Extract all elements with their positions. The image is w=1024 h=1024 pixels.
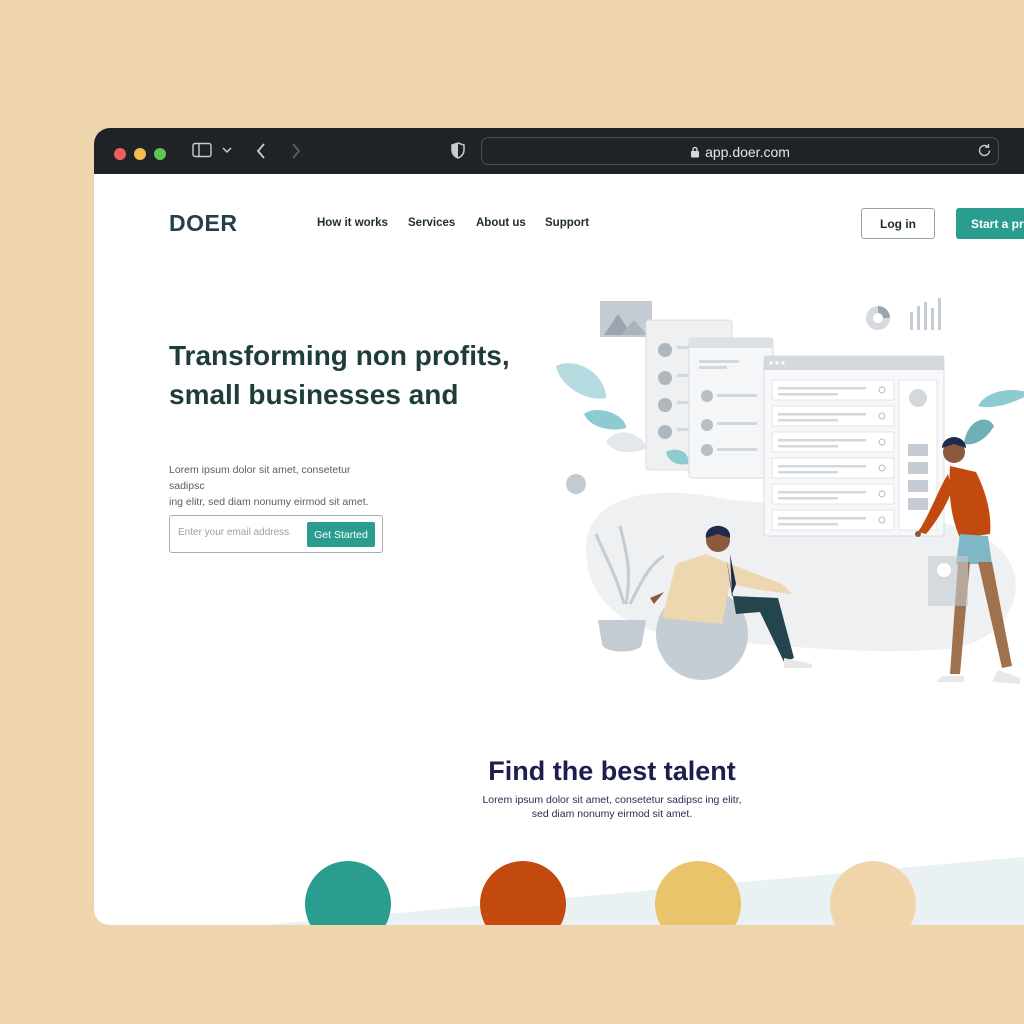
hero-description: Lorem ipsum dolor sit amet, consetetur s…: [169, 462, 384, 510]
start-project-button[interactable]: Start a proj: [956, 208, 1024, 239]
hero-desc-line-2: ing elitr, sed diam nonumy eirmod sit am…: [169, 496, 369, 508]
forward-arrow-icon[interactable]: [291, 143, 301, 159]
reload-icon[interactable]: [977, 143, 992, 163]
hero-desc-line-1: Lorem ipsum dolor sit amet, consetetur s…: [169, 464, 351, 492]
url-text: app.doer.com: [705, 144, 790, 160]
talent-section-title: Find the best talent: [488, 756, 736, 786]
email-input[interactable]: [178, 527, 308, 538]
login-button[interactable]: Log in: [861, 208, 935, 239]
shield-icon[interactable]: [451, 142, 465, 159]
minimize-window-button[interactable]: [134, 148, 146, 160]
sidebar-toggle-icon[interactable]: [192, 142, 212, 158]
email-signup-form: Get Started: [169, 515, 383, 553]
pie-chart-icon: [866, 306, 890, 330]
talent-section-description: Lorem ipsum dolor sit amet, consetetur s…: [94, 793, 1024, 821]
hero-title-line-1: Transforming non profits,: [169, 340, 510, 371]
talent-desc-line-2: sed diam nonumy eirmod sit amet.: [531, 808, 693, 820]
hero-title-line-2: small businesses and: [169, 379, 459, 410]
nav-how-it-works[interactable]: How it works: [317, 217, 388, 229]
maximize-window-button[interactable]: [154, 148, 166, 160]
nav-support[interactable]: Support: [545, 217, 589, 229]
nav-services[interactable]: Services: [408, 217, 455, 229]
nav-about-us[interactable]: About us: [476, 217, 526, 229]
back-arrow-icon[interactable]: [256, 143, 266, 159]
hero-title: Transforming non profits, small business…: [169, 336, 529, 414]
close-window-button[interactable]: [114, 148, 126, 160]
bar-chart-icon: [910, 298, 941, 330]
get-started-button[interactable]: Get Started: [307, 522, 375, 547]
doer-logo[interactable]: DOER: [169, 210, 237, 237]
hero-illustration: [556, 298, 1024, 684]
browser-toolbar: app.doer.com: [94, 128, 1024, 174]
url-display: app.doer.com: [482, 144, 998, 160]
image-placeholder-icon: [600, 301, 652, 337]
chevron-down-icon[interactable]: [222, 146, 232, 154]
lock-icon: [691, 146, 700, 158]
talent-desc-line-1: Lorem ipsum dolor sit amet, consetetur s…: [482, 794, 742, 806]
web-page: DOER How it works Services About us Supp…: [94, 174, 1024, 925]
address-bar[interactable]: app.doer.com: [481, 137, 999, 165]
browser-window: app.doer.com DOER How it works Services …: [94, 128, 1024, 925]
